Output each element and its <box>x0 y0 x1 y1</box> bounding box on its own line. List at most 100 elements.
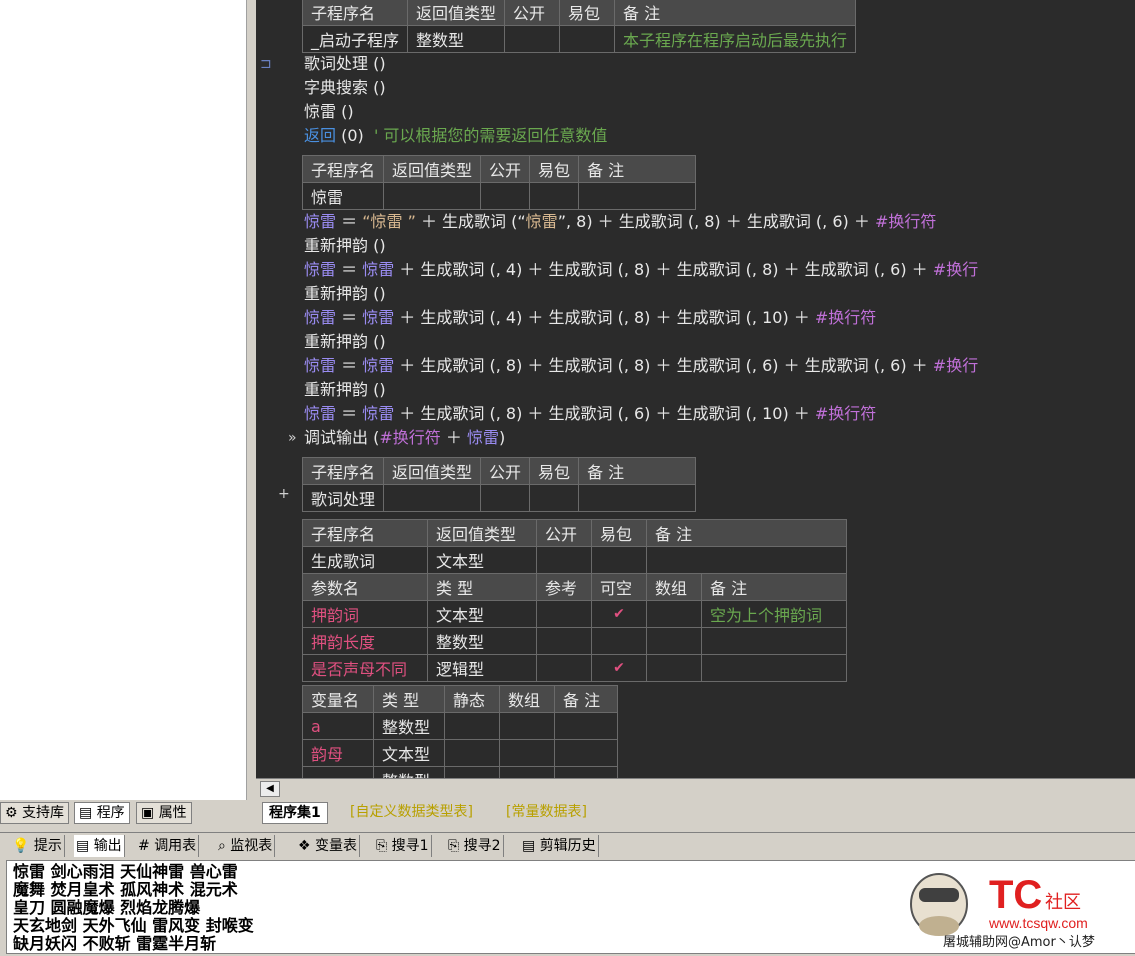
param-type-cell[interactable]: 文本型 <box>427 600 537 628</box>
expr-token: ＋ 生成歌词 (, 8) ＋ 生成歌词 (, 6) ＋ 生成歌词 (, 10) … <box>394 404 815 423</box>
col-header: 返回值类型 <box>383 155 482 183</box>
var-note-cell[interactable] <box>554 766 618 778</box>
macro-token: #换行 <box>932 260 979 279</box>
public-cell[interactable] <box>504 25 561 53</box>
var-static-cell[interactable] <box>444 712 500 740</box>
param-nullable-check[interactable] <box>591 627 647 655</box>
var-name-cell[interactable] <box>302 766 374 778</box>
var-static-cell[interactable] <box>444 739 500 767</box>
param-note-cell[interactable] <box>701 654 847 682</box>
sub-name-cell[interactable]: 生成歌词 <box>302 546 428 574</box>
param-ref-cell[interactable] <box>536 654 592 682</box>
tab-variables[interactable]: ❖ 变量表 <box>296 835 361 857</box>
tab-output[interactable]: ▤ 输出 <box>74 835 125 857</box>
tab-search2[interactable]: ⎘ 搜寻2 <box>446 835 504 857</box>
code-line[interactable]: 惊雷 ＝ 惊雷 ＋ 生成歌词 (, 4) ＋ 生成歌词 (, 8) ＋ 生成歌词… <box>304 306 876 330</box>
param-nullable-check[interactable]: ✔ <box>591 600 647 628</box>
public-cell[interactable] <box>536 546 592 574</box>
tab-call-table[interactable]: # 调用表 <box>136 835 200 857</box>
code-line-debug[interactable]: 调试输出 (#换行符 ＋ 惊雷) <box>304 426 505 450</box>
code-line[interactable]: 歌词处理 () <box>304 52 386 76</box>
var-array-cell[interactable] <box>499 766 555 778</box>
pkg-cell[interactable] <box>591 546 647 574</box>
tab-assembly1[interactable]: 程序集1 <box>262 802 328 824</box>
tab-properties[interactable]: ▣ 属性 <box>136 802 192 824</box>
tab-hint[interactable]: 💡 提示 <box>10 835 65 857</box>
scroll-left-icon[interactable]: ◀ <box>260 781 280 797</box>
note-cell[interactable] <box>578 484 697 512</box>
code-line[interactable]: 重新押韵 () <box>304 378 386 402</box>
code-line[interactable]: 惊雷 ＝ 惊雷 ＋ 生成歌词 (, 8) ＋ 生成歌词 (, 8) ＋ 生成歌词… <box>304 354 978 378</box>
param-ref-cell[interactable] <box>536 627 592 655</box>
support-lib-icon: ⚙ <box>5 805 18 821</box>
var-static-cell[interactable] <box>444 766 500 778</box>
brand-url: www.tcsqw.com <box>988 915 1088 931</box>
code-line[interactable]: 惊雷 ＝ 惊雷 ＋ 生成歌词 (, 4) ＋ 生成歌词 (, 8) ＋ 生成歌词… <box>304 258 978 282</box>
var-name-cell[interactable]: a <box>302 712 374 740</box>
code-line-return[interactable]: 返回 (0) ' 可以根据您的需要返回任意数值 <box>304 124 607 148</box>
param-array-cell[interactable] <box>646 654 702 682</box>
pkg-cell[interactable] <box>529 182 580 210</box>
pane-splitter[interactable] <box>246 0 255 800</box>
var-name-cell[interactable]: 韵母 <box>302 739 374 767</box>
pkg-cell[interactable] <box>559 25 616 53</box>
note-cell[interactable]: 本子程序在程序启动后最先执行 <box>614 25 857 53</box>
var-type-cell[interactable]: 整数型 <box>373 712 445 740</box>
tab-search1[interactable]: ⎘ 搜寻1 <box>374 835 432 857</box>
var-note-cell[interactable] <box>554 739 618 767</box>
return-type-cell[interactable] <box>383 484 482 512</box>
tab-custom-types[interactable]: [自定义数据类型表] <box>344 802 479 822</box>
return-type-cell[interactable]: 文本型 <box>427 546 537 574</box>
param-type-cell[interactable]: 逻辑型 <box>427 654 537 682</box>
note-cell[interactable] <box>578 182 697 210</box>
param-type-cell[interactable]: 整数型 <box>427 627 537 655</box>
breakpoint-icon[interactable]: ⊐ <box>260 56 272 72</box>
code-line[interactable]: 惊雷 () <box>304 100 354 124</box>
param-name-cell[interactable]: 是否声母不同 <box>302 654 428 682</box>
code-editor[interactable]: ⊐ » + 子程序名 返回值类型 公开 易包 备 注 _启动子程序 整数型 本子… <box>256 0 1135 778</box>
code-line[interactable]: 惊雷 ＝ 惊雷 ＋ 生成歌词 (, 8) ＋ 生成歌词 (, 6) ＋ 生成歌词… <box>304 402 876 426</box>
expand-plus-icon[interactable]: + <box>278 486 290 502</box>
col-header: 备 注 <box>701 573 847 601</box>
var-type-cell[interactable]: 整数型 <box>373 766 445 778</box>
var-array-cell[interactable] <box>499 739 555 767</box>
public-cell[interactable] <box>480 484 531 512</box>
code-line[interactable]: 重新押韵 () <box>304 330 386 354</box>
param-note-cell[interactable]: 空为上个押韵词 <box>701 600 847 628</box>
macro-token: #换行符 <box>379 428 441 447</box>
return-arg: (0) <box>336 126 374 145</box>
param-name-cell[interactable]: 押韵词 <box>302 600 428 628</box>
sub-name-cell[interactable]: _启动子程序 <box>301 25 409 53</box>
fn-token: 调试输出 ( <box>304 428 380 447</box>
project-tree-pane[interactable] <box>0 0 247 800</box>
code-line[interactable]: 重新押韵 () <box>304 234 386 258</box>
tab-constants[interactable]: [常量数据表] <box>500 802 593 822</box>
param-note-cell[interactable] <box>701 627 847 655</box>
search1-icon: ⎘ <box>376 838 388 854</box>
tab-clip-history[interactable]: ▤ 剪辑历史 <box>520 835 599 857</box>
sub-name-cell[interactable]: 惊雷 <box>301 182 385 210</box>
tab-program[interactable]: ▤ 程序 <box>74 802 130 824</box>
code-line[interactable]: 重新押韵 () <box>304 282 386 306</box>
public-cell[interactable] <box>480 182 531 210</box>
sub-name-cell[interactable]: 歌词处理 <box>301 484 385 512</box>
tab-support-lib[interactable]: ⚙ 支持库 <box>0 802 70 824</box>
pkg-cell[interactable] <box>529 484 580 512</box>
param-array-cell[interactable] <box>646 600 702 628</box>
editor-hscrollbar[interactable]: ◀ <box>256 778 1135 799</box>
param-nullable-check[interactable]: ✔ <box>591 654 647 682</box>
brand-credit: 屠城辅助网@Amor丶认梦 <box>943 935 1095 950</box>
param-name-cell[interactable]: 押韵长度 <box>302 627 428 655</box>
param-array-cell[interactable] <box>646 627 702 655</box>
tab-watch[interactable]: ⌕ 监视表 <box>216 835 276 857</box>
var-type-cell[interactable]: 文本型 <box>373 739 445 767</box>
return-type-cell[interactable] <box>383 182 482 210</box>
param-ref-cell[interactable] <box>536 600 592 628</box>
var-array-cell[interactable] <box>499 712 555 740</box>
code-line[interactable]: 惊雷 ＝ “惊雷 ” ＋ 生成歌词 (“惊雷”, 8) ＋ 生成歌词 (, 8)… <box>304 210 936 234</box>
return-type-cell[interactable]: 整数型 <box>407 25 506 53</box>
code-line[interactable]: 字典搜索 () <box>304 76 386 100</box>
note-cell[interactable] <box>646 546 847 574</box>
col-header: 公开 <box>536 519 592 547</box>
var-note-cell[interactable] <box>554 712 618 740</box>
